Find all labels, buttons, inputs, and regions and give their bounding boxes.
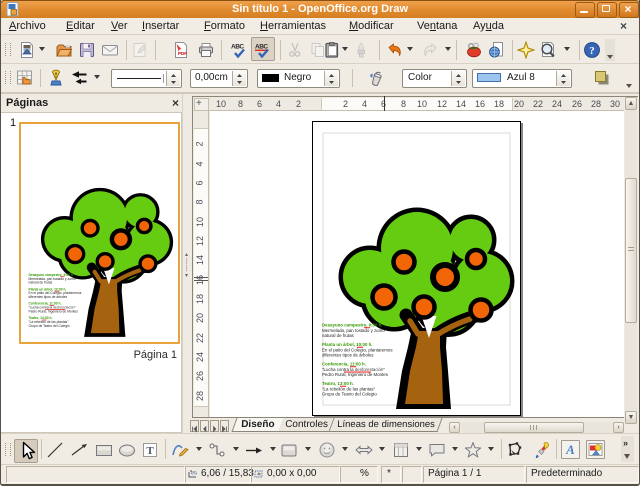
- svg-text:PDF: PDF: [178, 51, 187, 56]
- svg-text:ABC: ABC: [231, 44, 244, 51]
- svg-text:?: ?: [589, 45, 595, 57]
- svg-text:T: T: [146, 445, 154, 457]
- svg-text:ABC: ABC: [255, 44, 268, 51]
- svg-text:A: A: [565, 442, 575, 457]
